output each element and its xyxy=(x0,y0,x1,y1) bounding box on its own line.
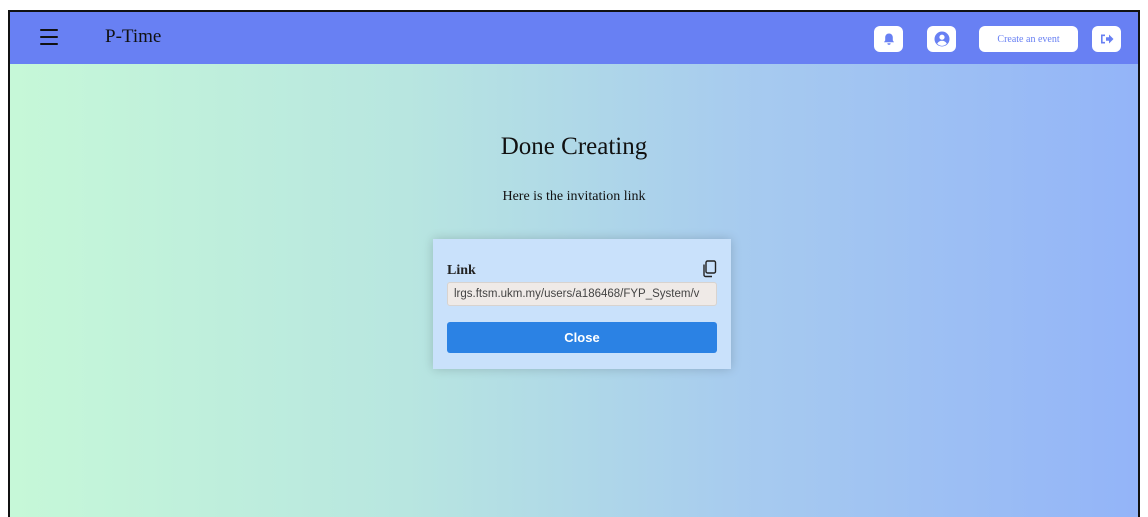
create-event-button[interactable]: Create an event xyxy=(979,26,1078,52)
brand-title: P-Time xyxy=(105,26,162,47)
invitation-link-field[interactable]: lrgs.ftsm.ukm.my/users/a186468/FYP_Syste… xyxy=(447,282,717,306)
top-navbar: P-Time Create an event xyxy=(10,12,1138,64)
logout-icon xyxy=(1100,34,1113,44)
copy-icon[interactable] xyxy=(701,260,717,278)
notifications-button[interactable] xyxy=(874,26,903,52)
logout-button[interactable] xyxy=(1092,26,1121,52)
invitation-link-card: Link lrgs.ftsm.ukm.my/users/a186468/FYP_… xyxy=(433,239,731,369)
page-subtext: Here is the invitation link xyxy=(502,189,646,204)
user-icon xyxy=(934,31,949,47)
profile-button[interactable] xyxy=(927,26,956,52)
close-button[interactable]: Close xyxy=(447,322,717,353)
page-heading: Done Creating xyxy=(500,133,648,160)
menu-icon[interactable] xyxy=(40,29,58,45)
link-label: Link xyxy=(447,263,476,278)
app-frame: P-Time Create an event Done Creating Her… xyxy=(8,10,1140,517)
bell-icon xyxy=(883,33,894,45)
